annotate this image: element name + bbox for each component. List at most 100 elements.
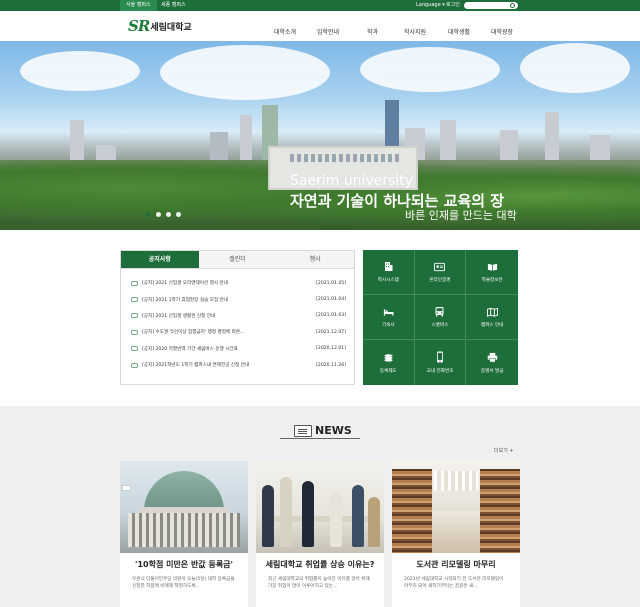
cloud (160, 45, 330, 100)
tab-notice[interactable]: 공지사항 (121, 251, 199, 269)
student-figure (330, 491, 342, 547)
nav-admission[interactable]: 입학안내 (317, 27, 339, 36)
top-utility-bar: 서울 캠퍼스 세종 캠퍼스 Language ▾ 로그인 (0, 0, 640, 11)
notice-date: [2020.11.26] (316, 362, 346, 368)
notice-item[interactable]: [공지] 수도권 '5인이상 집합금지' 행정 명령에 따른... [2021.… (131, 324, 346, 340)
nav-plaza[interactable]: 대학광장 (491, 27, 513, 36)
news-card[interactable]: 도서관 리모델링 마무리 2021년 세림대학교 시작되기 전 도서관 리모델링… (392, 461, 520, 607)
megaphone-icon (131, 329, 138, 335)
news-title: NEWS (315, 424, 352, 437)
slide-dot[interactable] (156, 212, 161, 217)
seoul-campus-link[interactable]: 서울 캠퍼스 (120, 0, 157, 11)
notice-title[interactable]: [공지] 2021 1학기 휴업현장 실습 모집 안내 (142, 297, 312, 303)
nav-departments[interactable]: 학과 (367, 27, 378, 36)
nav-academic-support[interactable]: 학사지원 (404, 27, 426, 36)
cloud (20, 51, 140, 91)
id-card-icon (434, 261, 446, 272)
quick-campus-guide[interactable]: 캠퍼스 안내 (466, 295, 518, 340)
notice-title[interactable]: [공지] 2021 신입생 오리엔테이션 행사 안내 (142, 280, 312, 286)
news-card-desc: 우원식 더불어민주당 의원이 오늘(5일) 대학 등록금을 신청한 학점에 비례… (132, 577, 235, 589)
quick-label: 증명서 발급 (480, 368, 504, 374)
megaphone-icon (131, 280, 138, 286)
quick-menu-grid: 학사시스템 온라인증명 학술정보관 기숙사 스쿨버스 캠퍼스 안내 등록제도 교… (363, 250, 518, 385)
logo-mark: SR (128, 17, 150, 35)
student-figure (352, 485, 364, 547)
news-card-title[interactable]: 세림대학교 취업률 상승 이유는? (256, 559, 384, 570)
cloud (520, 43, 630, 93)
dome-shape (144, 471, 224, 511)
notice-title[interactable]: [공지] 2021학년도 1학기 캠퍼스내 면제전공 신청 안내 (142, 362, 312, 368)
quick-label: 등록제도 (379, 368, 397, 374)
aisle-floor (432, 511, 480, 553)
nav-about[interactable]: 대학소개 (274, 27, 296, 36)
search-icon[interactable] (510, 3, 515, 8)
quick-academic-system[interactable]: 학사시스템 (363, 250, 415, 295)
book-icon (487, 261, 498, 272)
news-card-desc: 최근 세림대학교의 취업률이 높아진 이유를 알아 위해 가장 취업이 많이 이… (268, 577, 370, 589)
bed-icon (383, 306, 394, 317)
student-figure (280, 477, 292, 547)
sejong-campus-link[interactable]: 세종 캠퍼스 (155, 0, 192, 11)
news-card[interactable]: '10학점 미만은 반값 등록금' 우원식 더불어민주당 의원이 오늘(5일) … (120, 461, 248, 607)
hero-tagline: 바른 인재를 만드는 대학 (405, 209, 517, 222)
tab-calendar[interactable]: 캘린더 (198, 251, 277, 269)
quick-school-bus[interactable]: 스쿨버스 (414, 295, 467, 340)
quick-certificate-issue[interactable]: 증명서 발급 (466, 340, 518, 385)
student-figure (302, 481, 314, 547)
quick-registration[interactable]: 등록제도 (363, 340, 415, 385)
language-selector[interactable]: Language ▾ (416, 0, 445, 11)
bookshelf-shape (480, 469, 520, 553)
quick-dormitory[interactable]: 기숙사 (363, 295, 415, 340)
quick-label: 캠퍼스 안내 (480, 323, 504, 328)
hero-subtitle: Saerim university (290, 173, 414, 189)
hero-banner: Saerim university 자연과 기술이 하나되는 교육의 장 바른 … (0, 41, 640, 230)
notice-date: [2021.01.03] (316, 313, 346, 319)
quick-label: 학사시스템 (377, 278, 399, 283)
notice-title[interactable]: [공지] 2020 저열번역 기간 세림버스 운행 시간표 (142, 346, 312, 352)
slider-pagination (146, 212, 181, 217)
notice-item[interactable]: [공지] 2021 1학기 휴업현장 실습 모집 안내 [2021.01.04] (131, 291, 346, 307)
student-figure (262, 485, 274, 547)
map-icon (486, 306, 498, 317)
flag-shape (122, 485, 131, 491)
notice-tabs: 공지사항 캘린더 행사 (121, 251, 355, 269)
building-icon (383, 261, 394, 272)
logo-name: 세림대학교 (150, 22, 192, 33)
news-card-title[interactable]: 도서관 리모델링 마무리 (392, 559, 520, 570)
slide-dot[interactable] (146, 212, 151, 217)
megaphone-icon (131, 313, 138, 319)
notice-item[interactable]: [공지] 2020 저열번역 기간 세림버스 운행 시간표 [2020.12.0… (131, 341, 346, 357)
news-card[interactable]: 세림대학교 취업률 상승 이유는? 최근 세림대학교의 취업률이 높아진 이유를… (256, 461, 384, 607)
slide-dot[interactable] (166, 212, 171, 217)
notice-title[interactable]: [공지] 수도권 '5인이상 집합금지' 행정 명령에 따른... (142, 329, 312, 335)
news-more-link[interactable]: 더보기 + (494, 447, 514, 454)
printer-icon (487, 352, 498, 363)
quick-label: 기숙사 (381, 323, 395, 328)
quick-phone-directory[interactable]: 교내 전화번호 (415, 340, 467, 385)
quick-online-certificate[interactable]: 온라인증명 (414, 250, 467, 295)
notice-title[interactable]: [공지] 2021 신입생 생활관 신청 안내 (142, 313, 312, 319)
login-link[interactable]: 로그인 (446, 0, 460, 11)
quick-label: 학술정보관 (481, 278, 503, 283)
nav-campus-life[interactable]: 대학생활 (448, 27, 470, 36)
notice-item[interactable]: [공지] 2021 신입생 오리엔테이션 행사 안내 [2021.01.05] (131, 275, 346, 291)
notice-item[interactable]: [공지] 2021 신입생 생활관 신청 안내 [2021.01.03] (131, 308, 346, 324)
megaphone-icon (131, 297, 138, 303)
news-card-desc: 2021년 세림대학교 시작되기 전 도서관 리모델링이 마무리 되어 새학기부… (404, 577, 504, 589)
university-logo[interactable]: SR 세림대학교 (128, 17, 192, 35)
students-image (256, 461, 384, 553)
search-input[interactable] (464, 2, 518, 9)
quick-label: 교내 전화번호 (426, 368, 454, 374)
news-divider (280, 438, 360, 439)
newspaper-icon (294, 424, 312, 437)
slide-dot[interactable] (176, 212, 181, 217)
megaphone-icon (131, 362, 138, 368)
notice-item[interactable]: [공지] 2021학년도 1학기 캠퍼스내 면제전공 신청 안내 [2020.1… (131, 357, 346, 373)
ceiling-lights (434, 471, 478, 491)
news-card-title[interactable]: '10학점 미만은 반값 등록금' (120, 559, 248, 570)
notice-date: [2021.01.04] (316, 297, 346, 303)
quick-library[interactable]: 학술정보관 (466, 250, 518, 295)
tab-events[interactable]: 행사 (276, 251, 355, 269)
notice-panel: 공지사항 캘린더 행사 [공지] 2021 신입생 오리엔테이션 행사 안내 [… (120, 250, 355, 385)
notice-date: [2020.12.01] (316, 346, 346, 352)
